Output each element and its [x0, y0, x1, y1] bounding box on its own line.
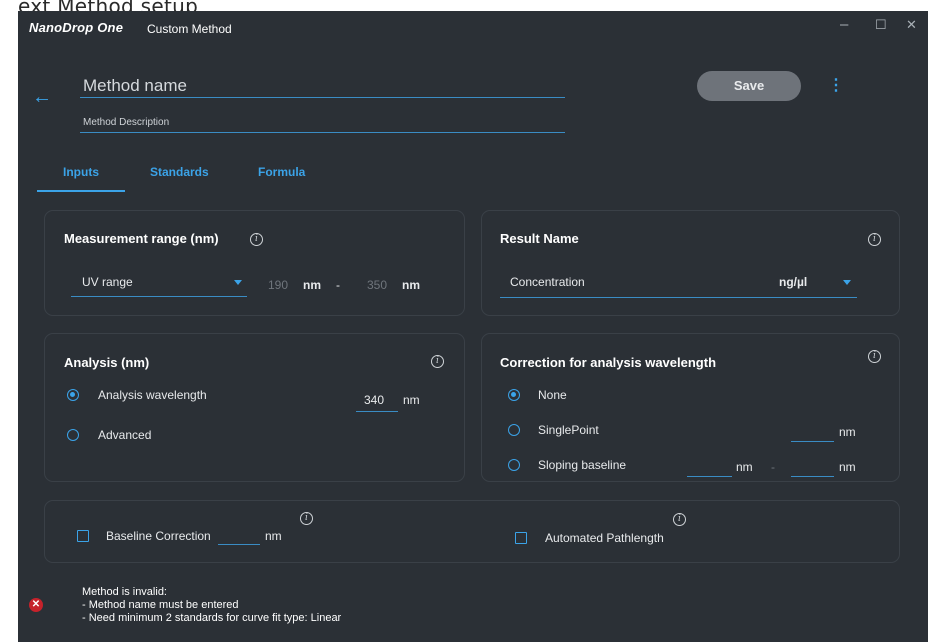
singlepoint-input-underline[interactable]: [791, 441, 834, 442]
method-name-input[interactable]: [80, 74, 565, 98]
sloping-separator: -: [771, 460, 775, 474]
sloping-end-unit: nm: [839, 460, 856, 474]
options-card: Baseline Correction nm i Automated Pathl…: [44, 500, 900, 563]
baseline-correction-checkbox[interactable]: [77, 530, 89, 542]
tab-inputs[interactable]: Inputs: [63, 165, 99, 179]
error-icon: ✕: [29, 598, 43, 612]
back-arrow-icon[interactable]: ←: [32, 87, 52, 107]
analysis-wavelength-value[interactable]: 340: [364, 393, 384, 407]
method-description-input[interactable]: [80, 113, 565, 133]
info-icon[interactable]: i: [250, 233, 263, 246]
info-icon[interactable]: i: [868, 350, 881, 363]
analysis-card: Analysis (nm) i Analysis wavelength 340 …: [44, 333, 465, 482]
sloping-start-unit: nm: [736, 460, 753, 474]
app-brand: NanoDrop One: [29, 20, 124, 35]
advanced-label: Advanced: [98, 428, 152, 442]
baseline-correction-label: Baseline Correction: [106, 529, 211, 543]
result-name-value[interactable]: Concentration: [510, 275, 585, 289]
range-start-unit: nm: [303, 278, 321, 292]
range-end-unit: nm: [402, 278, 420, 292]
maximize-icon[interactable]: ☐: [875, 17, 887, 33]
app-window: NanoDrop One Custom Method – ☐ ✕ ← Save …: [18, 11, 928, 642]
error-message: - Method name must be entered: [82, 599, 239, 611]
chevron-down-icon[interactable]: [234, 280, 242, 285]
more-options-icon[interactable]: ⋮: [828, 77, 844, 95]
active-tab-indicator: [37, 190, 125, 192]
baseline-unit: nm: [265, 529, 282, 543]
singlepoint-unit: nm: [839, 425, 856, 439]
info-icon[interactable]: i: [868, 233, 881, 246]
sloping-start-input-underline[interactable]: [687, 476, 732, 477]
analysis-title: Analysis (nm): [64, 355, 150, 370]
analysis-wavelength-unit: nm: [403, 393, 420, 407]
tab-formula[interactable]: Formula: [258, 165, 305, 179]
analysis-wavelength-radio[interactable]: [67, 389, 79, 401]
correction-none-radio[interactable]: [508, 389, 520, 401]
correction-card: Correction for analysis wavelength i Non…: [481, 333, 900, 482]
automated-pathlength-label: Automated Pathlength: [545, 531, 664, 545]
result-name-title: Result Name: [500, 231, 579, 246]
range-start-value: 190: [268, 278, 289, 292]
range-select-value[interactable]: UV range: [82, 275, 133, 289]
chevron-down-icon[interactable]: [843, 280, 851, 285]
correction-sloping-radio[interactable]: [508, 459, 520, 471]
correction-singlepoint-radio[interactable]: [508, 424, 520, 436]
measurement-range-card: Measurement range (nm) i UV range 190 nm…: [44, 210, 465, 316]
result-name-card: Result Name i Concentration ng/µl: [481, 210, 900, 316]
info-icon[interactable]: i: [673, 513, 686, 526]
analysis-wavelength-label: Analysis wavelength: [98, 388, 207, 402]
correction-sloping-label: Sloping baseline: [538, 458, 627, 472]
close-icon[interactable]: ✕: [906, 17, 917, 33]
correction-title: Correction for analysis wavelength: [500, 355, 717, 370]
tab-bar: Inputs Standards Formula: [37, 161, 337, 193]
sloping-end-input-underline[interactable]: [791, 476, 834, 477]
range-separator: -: [336, 278, 340, 292]
correction-singlepoint-label: SinglePoint: [538, 423, 599, 437]
error-title: Method is invalid:: [82, 586, 167, 598]
advanced-radio[interactable]: [67, 429, 79, 441]
info-icon[interactable]: i: [300, 512, 313, 525]
analysis-wavelength-underline: [356, 411, 398, 412]
measurement-range-title: Measurement range (nm): [64, 231, 219, 246]
tab-standards[interactable]: Standards: [150, 165, 209, 179]
minimize-icon[interactable]: –: [840, 17, 848, 33]
range-end-value: 350: [367, 278, 388, 292]
error-message: - Need minimum 2 standards for curve fit…: [82, 612, 342, 624]
save-button[interactable]: Save: [697, 71, 801, 101]
window-title: Custom Method: [147, 22, 232, 36]
automated-pathlength-checkbox[interactable]: [515, 532, 527, 544]
info-icon[interactable]: i: [431, 355, 444, 368]
correction-none-label: None: [538, 388, 567, 402]
unit-select-value[interactable]: ng/µl: [779, 275, 807, 289]
title-bar: NanoDrop One Custom Method – ☐ ✕: [18, 11, 928, 47]
result-name-underline: [500, 297, 857, 298]
baseline-input-underline[interactable]: [218, 544, 260, 545]
range-select-underline: [71, 296, 247, 297]
